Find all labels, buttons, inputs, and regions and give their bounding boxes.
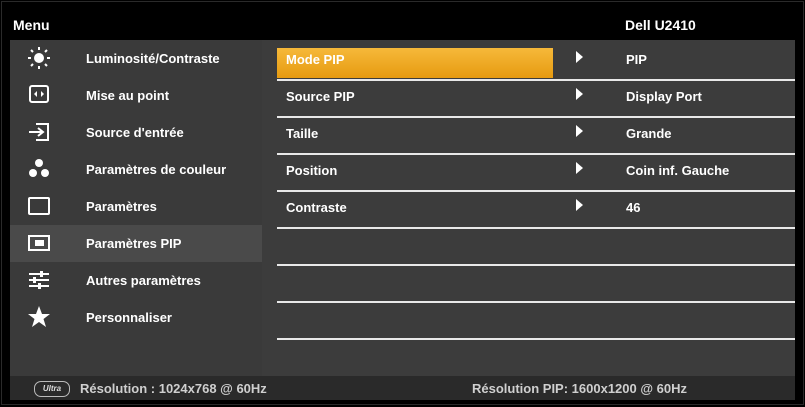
menu-item-label: Paramètres PIP [86, 236, 182, 251]
osd-menu: Menu Dell U2410 Luminosité/Contraste Mis… [0, 0, 805, 407]
menu-item-auto-adjust[interactable]: Mise au point [10, 77, 262, 114]
menu-item-label: Mise au point [86, 88, 170, 103]
auto-adjust-icon [26, 83, 52, 107]
menu-item-label: Paramètres de couleur [86, 162, 227, 177]
menu-item-personalize[interactable]: Personnaliser [10, 299, 262, 336]
setting-row-pip-mode[interactable]: Mode PIP PIP [262, 40, 795, 78]
setting-name: Source PIP [286, 89, 355, 104]
menu-item-display-settings[interactable]: Paramètres [10, 188, 262, 225]
divider [277, 264, 795, 266]
menu-item-pip-settings[interactable]: Paramètres PIP [10, 225, 262, 262]
setting-name: Taille [286, 126, 319, 141]
pip-icon [26, 231, 52, 255]
arrow-right-icon [576, 125, 583, 137]
setting-value: 46 [626, 200, 641, 215]
setting-value: Grande [626, 126, 672, 141]
model-name: Dell U2410 [625, 17, 696, 33]
arrow-right-icon [576, 199, 583, 211]
setting-name: Mode PIP [286, 52, 345, 67]
status-bar: Ultra Résolution : 1024x768 @ 60Hz Résol… [10, 376, 795, 400]
setting-row-contrast[interactable]: Contraste 46 [262, 188, 795, 225]
setting-value: Display Port [626, 89, 702, 104]
menu-item-label: Autres paramètres [86, 273, 201, 288]
display-settings-icon [26, 194, 52, 218]
menu-label: Menu [13, 17, 50, 33]
setting-row-position[interactable]: Position Coin inf. Gauche [262, 151, 795, 188]
setting-row-pip-source[interactable]: Source PIP Display Port [262, 77, 795, 114]
color-settings-icon [26, 157, 52, 181]
setting-row-size[interactable]: Taille Grande [262, 114, 795, 151]
arrow-right-icon [576, 88, 583, 100]
setting-value: Coin inf. Gauche [626, 163, 730, 178]
title-bar: Menu Dell U2410 [10, 11, 795, 39]
pip-settings-panel: Mode PIP PIP Source PIP Display Port Tai… [262, 40, 795, 376]
left-menu: Luminosité/Contraste Mise au point Sourc… [10, 40, 262, 376]
setting-name: Contraste [286, 200, 347, 215]
menu-item-label: Source d'entrée [86, 125, 184, 140]
resolution-text: Résolution : 1024x768 @ 60Hz [80, 381, 267, 396]
menu-item-other-settings[interactable]: Autres paramètres [10, 262, 262, 299]
menu-item-label: Personnaliser [86, 310, 172, 325]
setting-name: Position [286, 163, 338, 178]
star-icon [26, 305, 52, 329]
menu-item-brightness-contrast[interactable]: Luminosité/Contraste [10, 40, 262, 77]
menu-item-label: Luminosité/Contraste [86, 51, 220, 66]
menu-item-input-source[interactable]: Source d'entrée [10, 114, 262, 151]
menu-item-label: Paramètres [86, 199, 157, 214]
other-settings-icon [26, 268, 52, 292]
divider [277, 301, 795, 303]
menu-item-color-settings[interactable]: Paramètres de couleur [10, 151, 262, 188]
setting-value: PIP [626, 52, 647, 67]
divider [277, 227, 795, 229]
divider [277, 338, 795, 340]
input-source-icon [26, 120, 52, 144]
pip-resolution-text: Résolution PIP: 1600x1200 @ 60Hz [472, 381, 687, 396]
arrow-right-icon [576, 51, 583, 63]
ultrasharp-logo: Ultra [34, 381, 70, 397]
brightness-icon [26, 46, 52, 70]
arrow-right-icon [576, 162, 583, 174]
